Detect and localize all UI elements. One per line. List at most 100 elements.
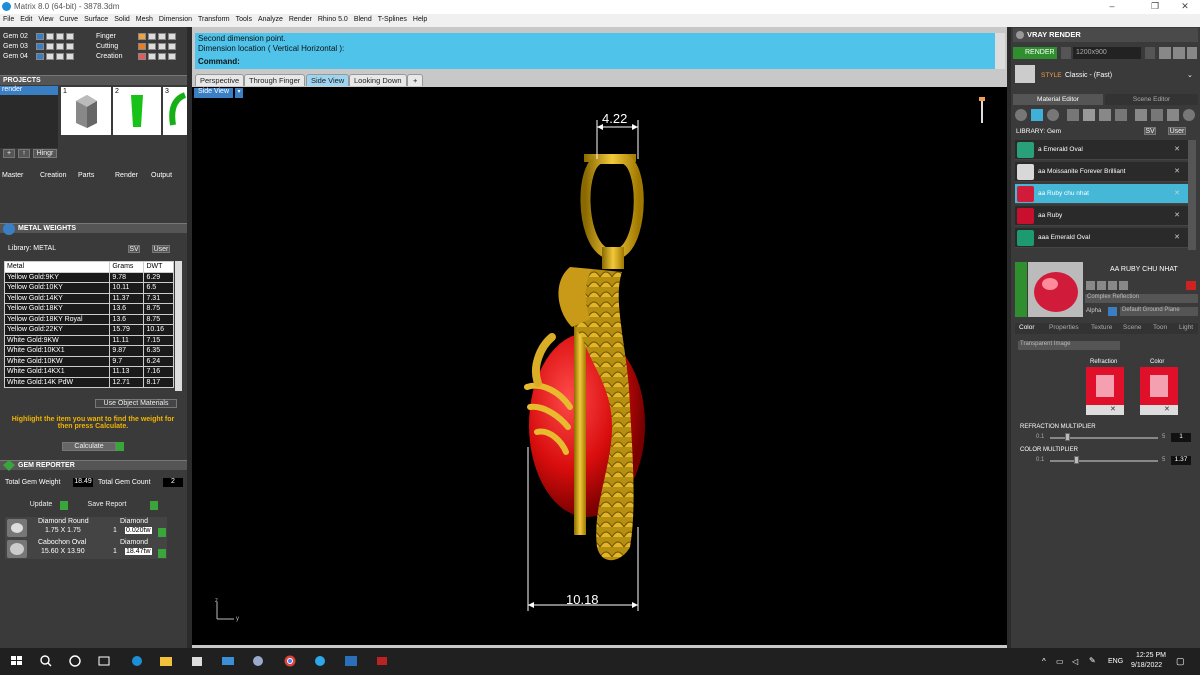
menu-transform[interactable]: Transform [195,14,233,23]
menu-tsplines[interactable]: T-Splines [375,14,410,23]
tool-icon[interactable] [1097,281,1106,290]
table-row[interactable]: White Gold:10KW 9.7 6.24 [3,355,174,367]
gem-sv-button[interactable]: SV [1144,127,1156,135]
remove-material-icon[interactable]: ✕ [1174,233,1180,241]
stage-render[interactable]: Render [115,172,138,179]
table-row[interactable]: Yellow Gold:18KY Royal 13.6 8.75 [3,313,174,325]
stage-parts[interactable]: Parts [78,172,94,179]
tab-texture[interactable]: Texture [1091,324,1112,331]
remove-material-icon[interactable]: ✕ [1174,167,1180,175]
tab-looking-down[interactable]: Looking Down [349,74,407,86]
stage-master[interactable]: Master [2,172,23,179]
view-menu-chevron-icon[interactable]: ▾ [235,88,243,98]
add-project-button[interactable]: + [3,149,15,158]
color-clear-icon[interactable]: ✕ [1164,405,1170,413]
layer-lock-icon[interactable] [158,33,166,40]
save-report-go-icon[interactable] [150,501,158,510]
calculate-go-icon[interactable] [116,442,124,451]
layer-lock-icon[interactable] [56,33,64,40]
table-row[interactable]: Yellow Gold:9KY 9.78 6.29 [3,271,174,283]
layer-visible-icon[interactable] [46,33,54,40]
table-row[interactable]: White Gold:14K PdW 12.71 8.17 [3,376,174,388]
grid-icon[interactable] [1099,109,1111,121]
search-icon[interactable] [38,654,54,668]
resolution-options-icon[interactable] [1145,47,1155,59]
layer-lock-icon[interactable] [158,53,166,60]
material-item[interactable]: aa Ruby ✕ [1015,206,1188,226]
gem-row-go-icon[interactable] [158,528,166,537]
layer-visible-icon[interactable] [148,53,156,60]
command-input[interactable]: Command: [195,57,995,69]
drop-icon[interactable] [1015,109,1027,121]
menu-rhino[interactable]: Rhino 5.0 [315,14,351,23]
task-view-icon[interactable] [96,654,112,668]
layer-color-swatch[interactable] [138,53,146,60]
gem-library-icon[interactable] [1031,109,1043,121]
layer-row-gem04[interactable]: Gem 04 Creation [0,52,187,62]
tool-icon[interactable] [1108,281,1117,290]
photos-icon[interactable] [343,654,359,668]
hinge-button[interactable]: Hingr [33,149,57,158]
menu-render[interactable]: Render [286,14,315,23]
menu-surface[interactable]: Surface [81,14,111,23]
clock-date[interactable]: 9/18/2022 [1131,662,1162,669]
tab-light[interactable]: Light [1179,324,1193,331]
network-icon[interactable]: ▭ [1056,657,1064,666]
material-type-select[interactable]: Complex Reflection [1085,294,1198,303]
material-item[interactable]: aa Moissanite Forever Brilliant ✕ [1015,162,1188,182]
resolution-field[interactable]: 1200x900 [1073,47,1141,59]
layer-lock-icon[interactable] [56,53,64,60]
tab-scene[interactable]: Scene [1123,324,1141,331]
layer-lock-icon[interactable] [56,43,64,50]
close-render-icon[interactable] [1187,47,1197,59]
layer-delete-icon[interactable] [168,43,176,50]
close-button[interactable]: ✕ [1170,1,1200,12]
refraction-multiplier-value[interactable]: 1 [1171,433,1191,442]
tab-scene-editor[interactable]: Scene Editor [1105,94,1198,105]
sphere-icon[interactable] [1047,109,1059,121]
update-button[interactable]: Update [24,501,58,510]
layer-color-swatch[interactable] [36,43,44,50]
tool-icon[interactable] [1086,281,1095,290]
gem-row-go-icon[interactable] [158,549,166,558]
menu-edit[interactable]: Edit [17,14,35,23]
prev-arrow-icon[interactable] [1159,47,1171,59]
light-icon[interactable] [1183,109,1195,121]
save-report-button[interactable]: Save Report [80,501,134,510]
camera-icon[interactable] [1061,47,1071,59]
tab-through-finger[interactable]: Through Finger [244,74,306,86]
pattern-icon[interactable] [1115,109,1127,121]
refresh-preview-icon[interactable] [1186,281,1196,290]
table-row[interactable]: Yellow Gold:22KY 15.79 10.16 [3,324,174,336]
tray-chevron-icon[interactable]: ^ [1042,657,1046,666]
menu-view[interactable]: View [35,14,56,23]
gem-user-button[interactable]: User [1168,127,1186,135]
language-indicator[interactable]: ENG [1108,658,1123,665]
stage-creation[interactable]: Creation [40,172,66,179]
edge-icon[interactable] [129,654,145,668]
calculate-button[interactable]: Calculate [62,442,116,451]
alpha-toggle[interactable] [1108,307,1117,316]
layer-lock-icon[interactable] [158,43,166,50]
up-project-button[interactable]: ↑ [18,149,30,158]
file-explorer-icon[interactable] [158,654,174,668]
cortana-icon[interactable] [67,654,83,668]
tab-toon[interactable]: Toon [1153,324,1167,331]
save-material-icon[interactable] [1151,109,1163,121]
add-view-tab-button[interactable]: + [407,74,424,86]
layer-color-swatch[interactable] [138,33,146,40]
style-chevron-icon[interactable]: ⌄ [1187,71,1193,79]
material-icon[interactable] [1067,109,1079,121]
menu-solid[interactable]: Solid [111,14,133,23]
layer-visible-icon[interactable] [46,43,54,50]
layer-delete-icon[interactable] [66,33,74,40]
matrix-app-icon[interactable] [250,654,266,668]
metal-user-button[interactable]: User [152,245,170,253]
remove-material-icon[interactable]: ✕ [1174,145,1180,153]
material-list-scrollbar[interactable] [1188,140,1196,250]
refraction-clear-icon[interactable]: ✕ [1110,405,1116,413]
color-multiplier-value[interactable]: 1.37 [1171,456,1191,465]
menu-file[interactable]: File [0,14,17,23]
menu-dimension[interactable]: Dimension [156,14,195,23]
side-viewport[interactable]: 4.22 10.18 z y [192,87,1007,645]
